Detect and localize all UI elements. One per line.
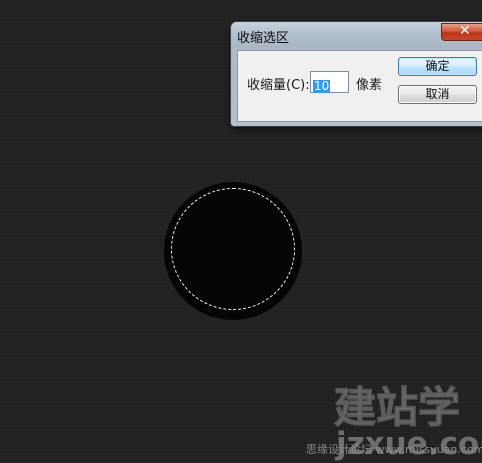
dialog-titlebar[interactable]: 收缩选区 ✕ <box>231 22 482 48</box>
shrink-amount-value: 10 <box>313 79 331 93</box>
pixels-unit-label: 像素 <box>356 78 383 93</box>
watermark-logo-text: 建站学 <box>334 383 460 432</box>
close-icon: ✕ <box>459 23 471 39</box>
shrink-amount-label: 收缩量(C): <box>247 78 310 93</box>
watermark-caption: 思缘设计论坛 www.missyuan.com <box>306 443 482 456</box>
dialog-body: 收缩量(C): 10 像素 确定 取消 <box>237 50 482 122</box>
shrink-selection-dialog: 收缩选区 ✕ 收缩量(C): 10 像素 确定 取消 <box>231 22 482 126</box>
cancel-button[interactable]: 取消 <box>398 85 477 104</box>
dialog-title: 收缩选区 <box>237 31 290 46</box>
shrink-amount-input[interactable]: 10 <box>310 71 349 93</box>
selection-marquee <box>171 188 295 310</box>
close-button[interactable]: ✕ <box>441 23 482 41</box>
ok-button[interactable]: 确定 <box>398 57 477 76</box>
